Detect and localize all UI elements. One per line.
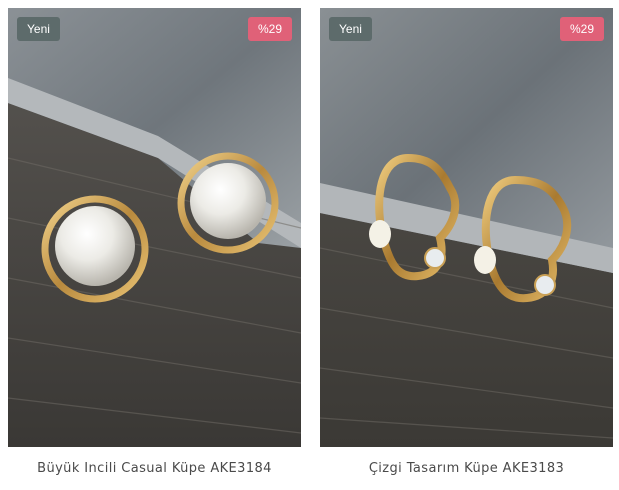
- product-title[interactable]: Büyük Incili Casual Küpe AKE3184: [8, 461, 301, 476]
- new-badge: Yeni: [329, 17, 372, 41]
- product-image-pearl-earrings[interactable]: Yeni %29: [8, 8, 301, 447]
- discount-badge: %29: [247, 17, 292, 41]
- new-badge: Yeni: [17, 17, 60, 41]
- product-title[interactable]: Çizgi Tasarım Küpe AKE3183: [320, 461, 613, 476]
- discount-badge: %29: [559, 17, 604, 41]
- heart-earrings-photo: [320, 8, 613, 447]
- product-card[interactable]: Yeni %29 Çizgi Tasarım Küpe AKE3183: [320, 8, 613, 486]
- pearl-earrings-photo: [8, 8, 301, 447]
- product-card[interactable]: Yeni %29 Büyük Incili Casual Küpe AKE318…: [8, 8, 301, 486]
- product-image-heart-earrings[interactable]: Yeni %29: [320, 8, 613, 447]
